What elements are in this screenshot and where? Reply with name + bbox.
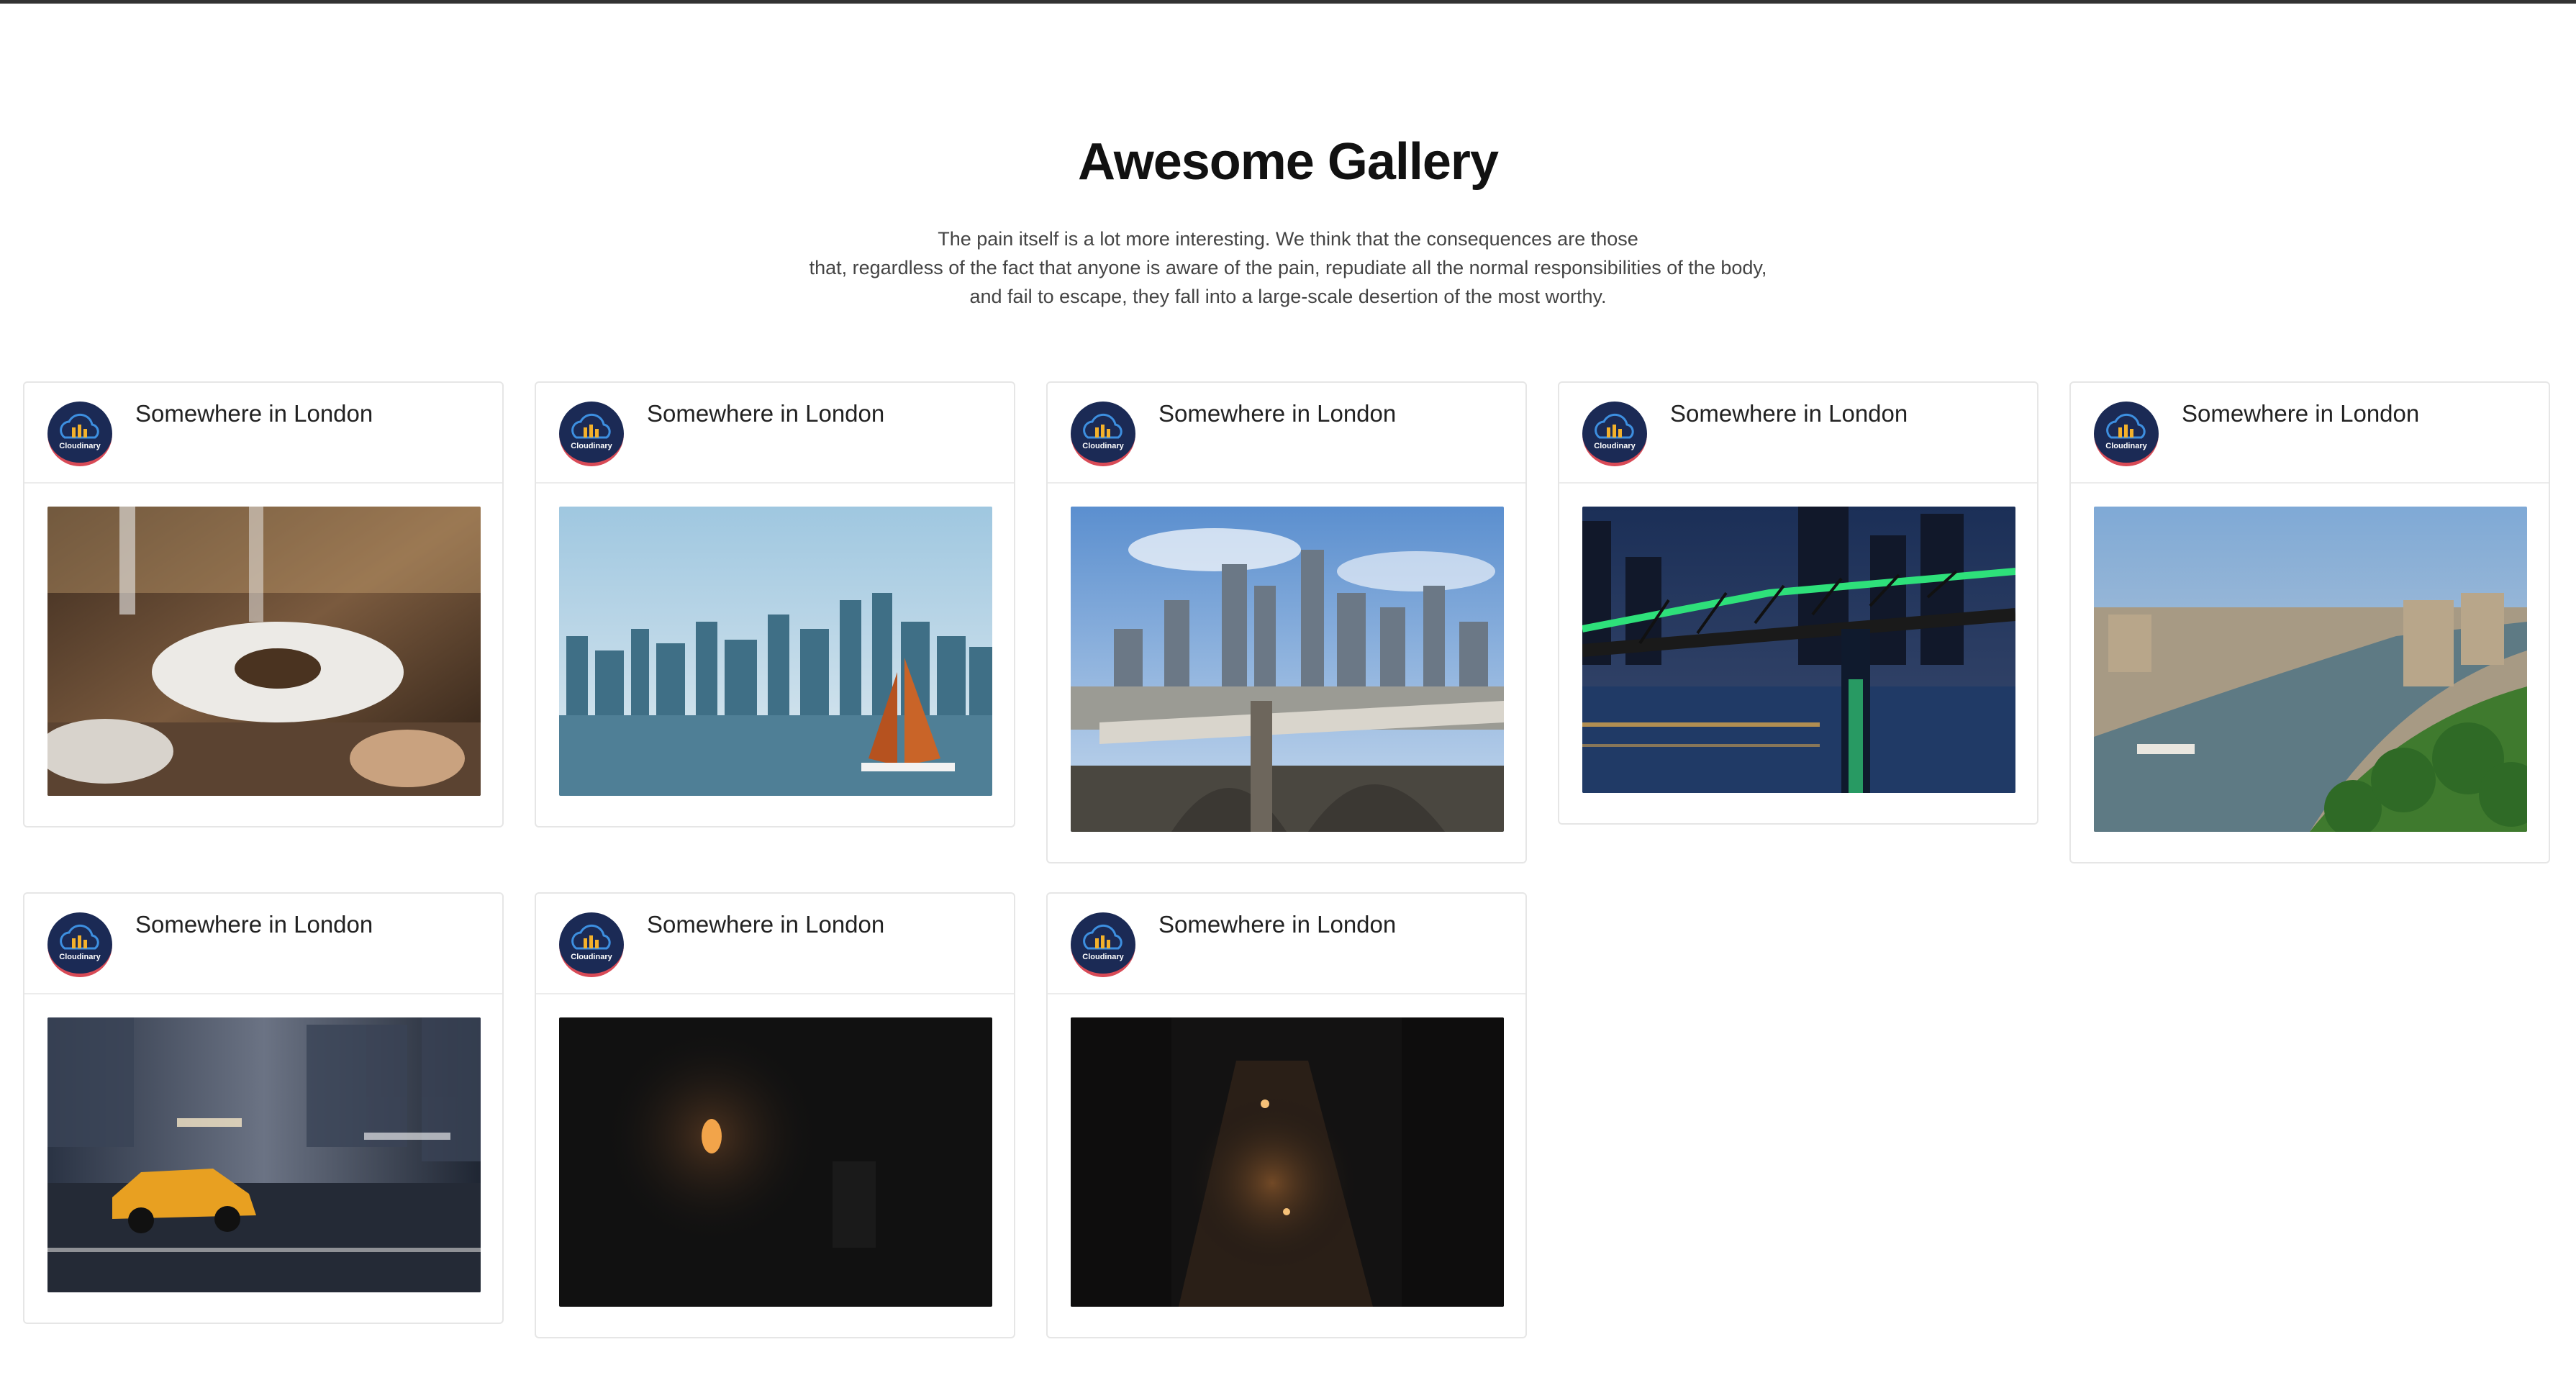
cloud-logo-icon — [60, 924, 99, 950]
card-header: Cloudinary Somewhere in London — [24, 383, 502, 484]
avatar-label: Cloudinary — [1082, 442, 1124, 450]
cloudinary-logo-avatar: Cloudinary — [1582, 402, 1647, 466]
gallery-photo-skyline[interactable] — [559, 507, 992, 796]
avatar-label: Cloudinary — [571, 953, 612, 961]
page-title: Awesome Gallery — [1078, 133, 1499, 191]
cloud-logo-icon — [60, 413, 99, 439]
cloud-logo-icon — [2106, 413, 2146, 439]
cloud-logo-icon — [1083, 924, 1123, 950]
cloudinary-logo-avatar: Cloudinary — [559, 912, 624, 977]
top-border — [0, 0, 2576, 4]
cloud-logo-icon — [571, 413, 611, 439]
photo-restaurant-dinner-table — [47, 507, 481, 796]
card-title[interactable]: Somewhere in London — [135, 400, 373, 427]
photo-illuminated-bridge-night — [1582, 507, 2015, 793]
gallery-photo-lamp[interactable] — [559, 1017, 992, 1307]
cloud-logo-icon — [571, 924, 611, 950]
card-title[interactable]: Somewhere in London — [135, 911, 373, 938]
description-line: that, regardless of the fact that anyone… — [809, 257, 1767, 278]
gallery-card[interactable]: Cloudinary Somewhere in London — [535, 381, 1015, 827]
photo-dark-wall-lamp — [559, 1017, 992, 1307]
avatar-label: Cloudinary — [1594, 442, 1636, 450]
photo-city-skyline-sailboat — [559, 507, 992, 796]
avatar-label: Cloudinary — [59, 953, 101, 961]
avatar-label: Cloudinary — [59, 442, 101, 450]
cloudinary-logo-avatar: Cloudinary — [559, 402, 624, 466]
photo-city-bridge-skyline — [1071, 507, 1504, 832]
cloudinary-logo-avatar: Cloudinary — [2094, 402, 2159, 466]
photo-yellow-taxi-motion-blur — [47, 1017, 481, 1292]
cloud-logo-icon — [1595, 413, 1634, 439]
card-header: Cloudinary Somewhere in London — [536, 383, 1014, 484]
cloud-logo-icon — [1083, 413, 1123, 439]
gallery-card[interactable]: Cloudinary Somewhere in London — [1558, 381, 2038, 825]
gallery-photo-alley[interactable] — [1071, 1017, 1504, 1307]
gallery-card[interactable]: Cloudinary Somewhere in London — [535, 892, 1015, 1338]
avatar-label: Cloudinary — [571, 442, 612, 450]
card-header: Cloudinary Somewhere in London — [1048, 383, 1525, 484]
gallery-photo-river[interactable] — [2094, 507, 2527, 832]
card-title[interactable]: Somewhere in London — [647, 911, 884, 938]
card-title[interactable]: Somewhere in London — [2182, 400, 2419, 427]
photo-river-city-aerial — [2094, 507, 2527, 832]
card-header: Cloudinary Somewhere in London — [536, 894, 1014, 994]
gallery-card[interactable]: Cloudinary Somewhere in London — [1046, 381, 1527, 863]
cloudinary-logo-avatar: Cloudinary — [1071, 912, 1135, 977]
photo-dark-alley-night — [1071, 1017, 1504, 1307]
description-line: and fail to escape, they fall into a lar… — [969, 286, 1607, 307]
gallery-photo-night-bridge[interactable] — [1582, 507, 2015, 793]
gallery-photo-restaurant[interactable] — [47, 507, 481, 796]
gallery-photo-bridge[interactable] — [1071, 507, 1504, 832]
card-title[interactable]: Somewhere in London — [647, 400, 884, 427]
gallery-card[interactable]: Cloudinary Somewhere in London — [23, 381, 504, 827]
gallery-card[interactable]: Cloudinary Somewhere in London — [2069, 381, 2550, 863]
avatar-label: Cloudinary — [1082, 953, 1124, 961]
description-line: The pain itself is a lot more interestin… — [938, 228, 1638, 250]
card-header: Cloudinary Somewhere in London — [24, 894, 502, 994]
card-title[interactable]: Somewhere in London — [1158, 911, 1396, 938]
gallery-card[interactable]: Cloudinary Somewhere in London — [23, 892, 504, 1324]
card-title[interactable]: Somewhere in London — [1670, 400, 1908, 427]
gallery-header: Awesome Gallery The pain itself is a lot… — [0, 122, 2576, 311]
cloudinary-logo-avatar: Cloudinary — [1071, 402, 1135, 466]
cloudinary-logo-avatar: Cloudinary — [47, 402, 112, 466]
card-header: Cloudinary Somewhere in London — [1048, 894, 1525, 994]
card-title[interactable]: Somewhere in London — [1158, 400, 1396, 427]
gallery-card[interactable]: Cloudinary Somewhere in London — [1046, 892, 1527, 1338]
cloudinary-logo-avatar: Cloudinary — [47, 912, 112, 977]
gallery-photo-taxi[interactable] — [47, 1017, 481, 1292]
avatar-label: Cloudinary — [2105, 442, 2147, 450]
card-header: Cloudinary Somewhere in London — [2071, 383, 2549, 484]
card-header: Cloudinary Somewhere in London — [1559, 383, 2037, 484]
page-description: The pain itself is a lot more interestin… — [748, 225, 1828, 311]
